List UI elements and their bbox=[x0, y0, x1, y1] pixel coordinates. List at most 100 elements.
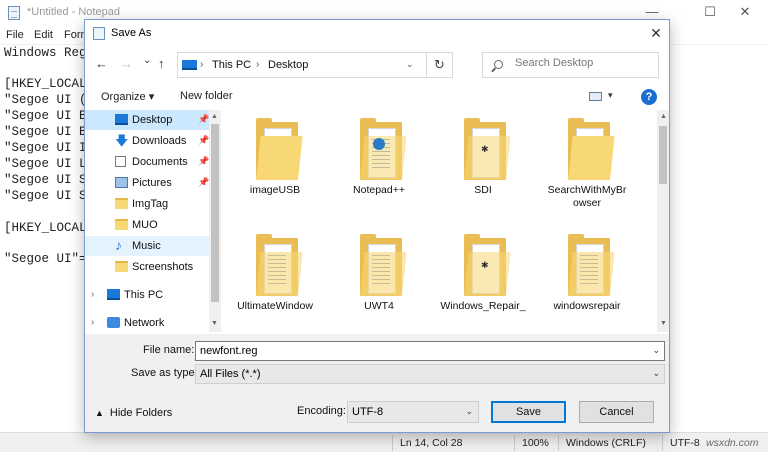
documents-icon bbox=[115, 156, 126, 167]
command-toolbar: Organize ▾ New folder ▾ ? bbox=[85, 82, 669, 110]
view-options-icon[interactable] bbox=[589, 92, 602, 101]
folder-name: Notepad++ bbox=[353, 184, 405, 196]
expand-chevron-icon[interactable]: › bbox=[91, 289, 94, 300]
breadcrumb-chevron-icon[interactable]: › bbox=[200, 59, 203, 70]
nav-item-muo[interactable]: MUO bbox=[85, 215, 209, 235]
nav-item-music[interactable]: ♪ Music bbox=[85, 236, 209, 256]
nav-item-label: Downloads bbox=[132, 135, 187, 147]
download-icon: 🡇 bbox=[115, 133, 129, 148]
status-divider bbox=[392, 435, 393, 451]
save-as-type-value: All Files (*.*) bbox=[200, 368, 261, 380]
scroll-down-arrow-icon[interactable]: ▼ bbox=[211, 320, 218, 327]
breadcrumb-chevron-icon[interactable]: › bbox=[256, 59, 259, 70]
encoding-label: Encoding: bbox=[297, 405, 346, 417]
text-line: "Segoe UI Bo bbox=[4, 109, 95, 123]
folder-item[interactable]: imageUSB bbox=[223, 110, 327, 222]
scroll-up-arrow-icon[interactable]: ▲ bbox=[660, 113, 667, 120]
scroll-down-arrow-icon[interactable]: ▼ bbox=[660, 320, 667, 327]
notepad-app-icon bbox=[8, 6, 20, 20]
save-as-dialog: Save As ✕ ← → ⌄ ↑ › This PC › Desktop ⌄ … bbox=[84, 19, 670, 433]
save-as-type-dropdown-icon[interactable]: ⌄ bbox=[652, 368, 660, 379]
file-name-label: File name: bbox=[143, 344, 195, 356]
folder-icon bbox=[568, 234, 615, 296]
text-line: "Segoe UI Li bbox=[4, 157, 95, 171]
music-icon: ♪ bbox=[115, 237, 122, 253]
desktop-icon bbox=[115, 114, 128, 125]
folder-item[interactable]: UWT4 bbox=[327, 226, 431, 338]
hide-folders-button[interactable]: ▲ Hide Folders bbox=[95, 407, 172, 419]
address-bar[interactable]: › This PC › Desktop ⌄ ↻ bbox=[177, 52, 453, 78]
nav-item-pictures[interactable]: Pictures 📌 bbox=[85, 173, 209, 193]
save-as-type-select[interactable]: All Files (*.*) ⌄ bbox=[195, 364, 665, 384]
nav-item-documents[interactable]: Documents 📌 bbox=[85, 152, 209, 172]
nav-item-imgtag[interactable]: ImgTag bbox=[85, 194, 209, 214]
text-line: "Segoe UI Bo bbox=[4, 125, 95, 139]
recent-locations-icon[interactable]: ⌄ bbox=[143, 55, 151, 66]
file-name-dropdown-icon[interactable]: ⌄ bbox=[652, 345, 660, 356]
scrollbar-thumb[interactable] bbox=[211, 124, 219, 302]
refresh-icon[interactable]: ↻ bbox=[426, 53, 452, 77]
menu-file[interactable]: File bbox=[6, 29, 24, 41]
folder-name: Windows_Repair_ bbox=[440, 300, 526, 312]
scrollbar-thumb[interactable] bbox=[659, 126, 667, 184]
organize-button[interactable]: Organize ▾ bbox=[101, 90, 154, 103]
up-arrow-icon[interactable]: ↑ bbox=[158, 56, 165, 71]
status-position: Ln 14, Col 28 bbox=[400, 437, 463, 449]
folder-icon bbox=[115, 198, 128, 209]
watermark-text: wsxdn.com bbox=[706, 437, 759, 449]
close-window-button[interactable]: ✕ bbox=[722, 3, 768, 23]
hide-folders-label: Hide Folders bbox=[109, 407, 173, 419]
folder-item[interactable]: ✱ Windows_Repair_ bbox=[431, 226, 535, 338]
encoding-dropdown-icon[interactable]: ⌄ bbox=[465, 406, 473, 417]
file-name-field[interactable]: newfont.reg ⌄ bbox=[195, 341, 665, 361]
breadcrumb-this-pc[interactable]: This PC bbox=[212, 59, 251, 71]
expand-chevron-icon[interactable]: › bbox=[91, 317, 94, 328]
new-folder-button[interactable]: New folder bbox=[180, 90, 233, 102]
menu-edit[interactable]: Edit bbox=[34, 29, 53, 41]
dialog-title-bar: Save As ✕ bbox=[85, 20, 669, 46]
pin-icon: 📌 bbox=[198, 156, 210, 166]
text-line: [HKEY_LOCAL_ bbox=[4, 77, 95, 91]
folder-icon: ✱ bbox=[464, 234, 511, 296]
address-dropdown-icon[interactable]: ⌄ bbox=[406, 59, 414, 70]
file-list: imageUSB Notepad++ ✱ SDI SearchWithMyBr … bbox=[223, 110, 669, 332]
nav-item-label: Network bbox=[124, 317, 165, 329]
nav-item-downloads[interactable]: 🡇 Downloads 📌 bbox=[85, 131, 209, 151]
folder-item[interactable]: ✱ SDI bbox=[431, 110, 535, 222]
forward-arrow-icon[interactable]: → bbox=[120, 56, 133, 71]
nav-item-label: This PC bbox=[124, 289, 164, 301]
text-line: "Segoe UI"=" bbox=[4, 252, 95, 266]
cancel-button[interactable]: Cancel bbox=[579, 401, 654, 423]
save-button[interactable]: Save bbox=[491, 401, 566, 423]
breadcrumb-desktop[interactable]: Desktop bbox=[268, 59, 308, 71]
search-input[interactable] bbox=[515, 57, 653, 69]
nav-item-label: Screenshots bbox=[132, 261, 194, 273]
dialog-close-button[interactable]: ✕ bbox=[641, 20, 669, 46]
scroll-up-arrow-icon[interactable]: ▲ bbox=[211, 113, 218, 120]
nav-item-desktop[interactable]: Desktop 📌 bbox=[85, 110, 209, 130]
folder-icon bbox=[360, 234, 407, 296]
back-arrow-icon[interactable]: ← bbox=[95, 56, 108, 71]
encoding-select[interactable]: UTF-8 ⌄ bbox=[347, 401, 479, 423]
status-zoom: 100% bbox=[522, 437, 549, 449]
nav-item-label: MUO bbox=[132, 219, 158, 231]
text-line: Windows Reg bbox=[4, 46, 87, 60]
view-dropdown-icon[interactable]: ▾ bbox=[608, 90, 613, 101]
nav-item-this-pc[interactable]: › This PC bbox=[85, 285, 209, 305]
help-icon[interactable]: ? bbox=[641, 89, 657, 105]
nav-pane-scrollbar[interactable]: ▲ ▼ bbox=[209, 110, 221, 332]
folder-item[interactable]: windowsrepair bbox=[535, 226, 639, 338]
file-list-scrollbar[interactable]: ▲ ▼ bbox=[657, 110, 669, 332]
nav-item-screenshots[interactable]: Screenshots bbox=[85, 257, 209, 277]
nav-item-network[interactable]: › Network bbox=[85, 313, 209, 333]
folder-item[interactable]: Notepad++ bbox=[327, 110, 431, 222]
status-divider bbox=[514, 435, 515, 451]
search-icon bbox=[494, 60, 503, 69]
status-line-ending: Windows (CRLF) bbox=[566, 437, 646, 449]
status-divider bbox=[662, 435, 663, 451]
nav-item-label: Music bbox=[132, 240, 161, 252]
folder-item[interactable]: UltimateWindow bbox=[223, 226, 327, 338]
navigation-bar: ← → ⌄ ↑ › This PC › Desktop ⌄ ↻ bbox=[85, 48, 669, 80]
search-box[interactable] bbox=[482, 52, 659, 78]
folder-item[interactable]: SearchWithMyBr owser bbox=[535, 110, 639, 222]
